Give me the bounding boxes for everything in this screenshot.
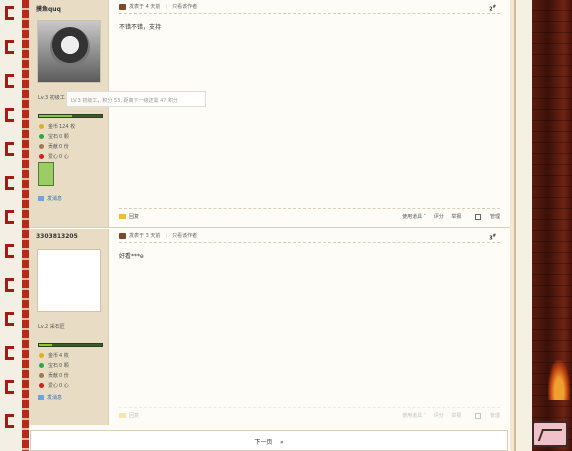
post-content: 发表于 3 天前 | 只看该作者 3# 好看***e 回复 使用道具 ˅ 评分 举报… xyxy=(109,229,510,425)
level-progress-bar xyxy=(38,114,103,118)
floor-number[interactable]: 2# xyxy=(489,4,496,13)
post-time: 发表于 4 天前 xyxy=(129,4,161,10)
post-body: 不错不错，支持 xyxy=(119,24,162,31)
coin-icon xyxy=(39,353,44,358)
send-message-link[interactable]: 发消息 xyxy=(38,394,62,401)
fire-icon xyxy=(548,360,570,400)
left-decoration xyxy=(0,0,29,451)
divider xyxy=(119,13,500,14)
decor-mark xyxy=(5,244,14,258)
stat-contribution: 贡献 0 份 xyxy=(39,372,69,379)
level-progress-bar xyxy=(38,343,103,347)
level-progress-fill xyxy=(39,115,73,117)
author-panel: 摸鱼quq Lv.3 初级工 金币 124 枚 宝石 0 颗 贡献 0 份 爱心 0 心… xyxy=(29,0,109,227)
stat-love: 爱心 0 心 xyxy=(39,153,69,160)
post: 摸鱼quq Lv.3 初级工 金币 124 枚 宝石 0 颗 贡献 0 份 爱心 0 心… xyxy=(29,0,510,228)
stat-love: 爱心 0 心 xyxy=(39,382,69,389)
divider xyxy=(119,242,500,243)
post-time: 发表于 3 天前 xyxy=(129,233,161,239)
only-author-link[interactable]: 只看该作者 xyxy=(172,233,197,239)
floor-number[interactable]: 3# xyxy=(489,233,496,242)
decor-mark xyxy=(5,40,14,54)
decor-mark xyxy=(5,380,14,394)
avatar[interactable] xyxy=(37,249,101,312)
rate-button[interactable]: 评分 xyxy=(434,413,444,419)
username-link[interactable]: 摸鱼quq xyxy=(36,4,61,13)
decor-mark xyxy=(5,312,14,326)
decor-mark xyxy=(5,142,14,156)
manage-checkbox[interactable]: 管理 xyxy=(469,412,500,419)
rate-button[interactable]: 评分 xyxy=(434,214,444,220)
post: 3303813205 Lv.2 采石匠 金币 4 枚 宝石 0 颗 贡献 0 份 爱心… xyxy=(29,229,510,425)
cat-logo-icon[interactable] xyxy=(532,421,568,447)
online-status-icon xyxy=(119,232,126,239)
stat-gold: 金币 4 枚 xyxy=(39,352,69,359)
reply-icon xyxy=(119,413,126,418)
reply-icon xyxy=(119,214,126,219)
report-button[interactable]: 举报 xyxy=(451,413,461,419)
use-item-button[interactable]: 使用道具 ˅ xyxy=(402,413,426,419)
post-content: 发表于 4 天前 | 只看该作者 2# 不错不错，支持 回复 使用道具 ˅ 评分 举… xyxy=(109,0,510,227)
gem-icon xyxy=(39,363,44,368)
post-meta: 发表于 4 天前 | 只看该作者 xyxy=(119,3,197,10)
decor-mark xyxy=(5,278,14,292)
decor-mark xyxy=(5,176,14,190)
reply-button[interactable]: 回复 xyxy=(119,213,139,220)
user-level: Lv.2 采石匠 xyxy=(38,324,65,330)
manage-checkbox[interactable]: 管理 xyxy=(469,213,500,220)
thread-main: 摸鱼quq Lv.3 初级工 金币 124 枚 宝石 0 颗 贡献 0 份 爱心 0 心… xyxy=(29,0,510,451)
decor-bar xyxy=(22,0,29,451)
decor-mark xyxy=(5,210,14,224)
send-message-link[interactable]: 发消息 xyxy=(38,195,62,202)
next-page-arrow[interactable]: » xyxy=(280,439,284,446)
decor-mark xyxy=(5,414,14,428)
username-link[interactable]: 3303813205 xyxy=(36,233,78,240)
post-tools: 使用道具 ˅ 评分 举报 管理 xyxy=(396,412,500,419)
post-tools: 使用道具 ˅ 评分 举报 管理 xyxy=(396,213,500,220)
checkbox-icon xyxy=(474,412,481,419)
stat-gem: 宝石 0 颗 xyxy=(39,133,69,140)
mail-icon xyxy=(38,196,44,201)
avatar[interactable] xyxy=(37,20,101,83)
decor-mark xyxy=(5,108,14,122)
post-meta: 发表于 3 天前 | 只看该作者 xyxy=(119,232,197,239)
mail-icon xyxy=(38,395,44,400)
decor-wall xyxy=(510,0,532,451)
user-level: Lv.3 初级工 xyxy=(38,95,65,101)
only-author-link[interactable]: 只看该作者 xyxy=(172,4,197,10)
use-item-button[interactable]: 使用道具 ˅ xyxy=(402,214,426,220)
heart-icon xyxy=(39,154,44,159)
level-progress-fill xyxy=(39,344,52,346)
gem-icon xyxy=(39,134,44,139)
contribution-icon xyxy=(39,144,44,149)
next-page-link[interactable]: 下一页 xyxy=(254,439,272,446)
medal-icon[interactable] xyxy=(38,162,54,186)
pagination: 下一页 » xyxy=(30,430,508,451)
right-decoration xyxy=(510,0,572,451)
heart-icon xyxy=(39,383,44,388)
decor-mark xyxy=(5,6,14,20)
stat-contribution: 贡献 0 份 xyxy=(39,143,69,150)
decor-mark xyxy=(5,346,14,360)
online-status-icon xyxy=(119,3,126,10)
author-panel: 3303813205 Lv.2 采石匠 金币 4 枚 宝石 0 颗 贡献 0 份 爱心… xyxy=(29,229,109,425)
checkbox-icon xyxy=(474,213,481,220)
report-button[interactable]: 举报 xyxy=(451,214,461,220)
post-body: 好看***e xyxy=(119,253,144,260)
stat-gold: 金币 124 枚 xyxy=(39,123,75,130)
post-footer: 回复 使用道具 ˅ 评分 举报 管理 xyxy=(119,407,500,419)
stat-gem: 宝石 0 颗 xyxy=(39,362,69,369)
level-tooltip: LV.3 初级工，积分 53, 距离下一级还需 47 积分 xyxy=(66,91,206,107)
reply-button[interactable]: 回复 xyxy=(119,412,139,419)
decor-mark xyxy=(5,74,14,88)
contribution-icon xyxy=(39,373,44,378)
post-footer: 回复 使用道具 ˅ 评分 举报 管理 xyxy=(119,208,500,220)
coin-icon xyxy=(39,124,44,129)
